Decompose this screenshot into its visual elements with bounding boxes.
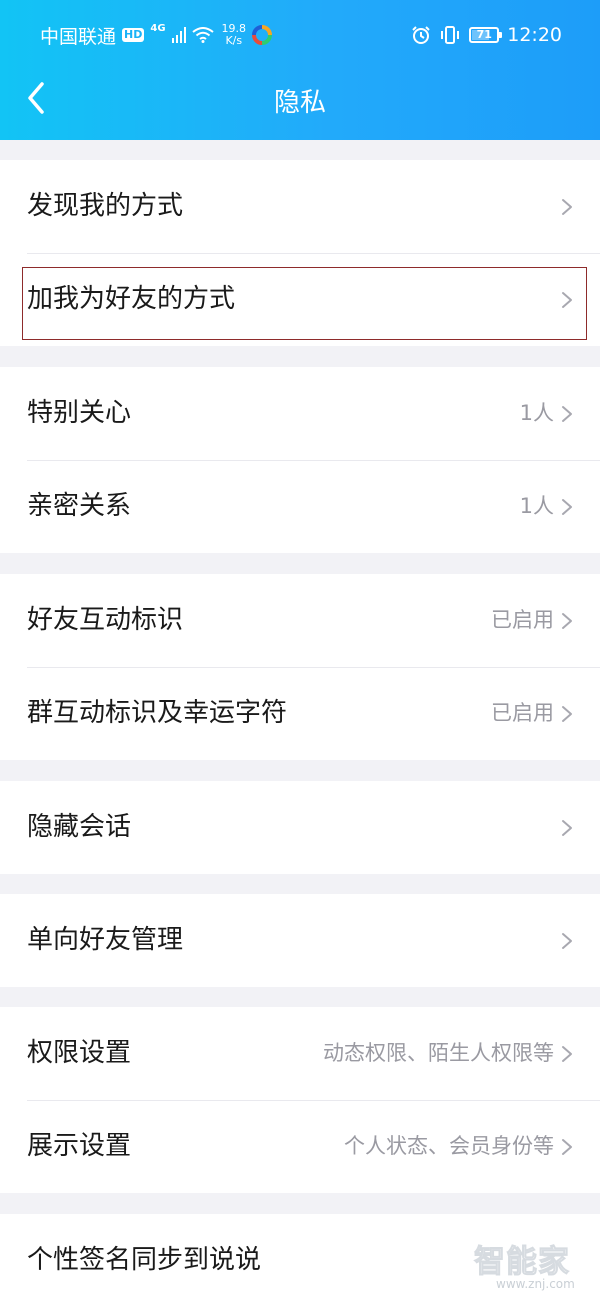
watermark-text: 智能家 xyxy=(474,1244,570,1280)
settings-group-relations: 特别关心 1人 亲密关系 1人 xyxy=(0,367,600,553)
row-label: 展示设置 xyxy=(27,1131,132,1161)
row-label: 加我为好友的方式 xyxy=(27,284,236,314)
network-type: 4G xyxy=(150,23,166,34)
settings-row-display-settings[interactable]: 展示设置 个人状态、会员身份等 xyxy=(0,1100,600,1193)
watermark-logo: 智能家 www.znj.com xyxy=(474,1244,575,1292)
carrier-name: 中国联通 xyxy=(40,25,117,48)
settings-row-one-way-friends[interactable]: 单向好友管理 xyxy=(0,894,600,987)
chevron-right-icon xyxy=(562,499,572,515)
network-speed: 19.8 K/s xyxy=(222,23,247,47)
chevron-right-icon xyxy=(562,1139,572,1155)
chevron-right-icon xyxy=(562,406,572,422)
app-notification-icon xyxy=(252,25,273,45)
row-label: 群互动标识及幸运字符 xyxy=(27,698,288,728)
battery-indicator: 71 xyxy=(469,27,503,43)
status-bar: 中国联通 HD 4G 19.8 K/s 71 12:20 xyxy=(0,0,600,68)
clock: 12:20 xyxy=(507,24,562,46)
vibrate-icon xyxy=(441,26,460,44)
row-label: 特别关心 xyxy=(27,398,132,428)
chevron-right-icon xyxy=(562,199,572,215)
row-value: 已启用 xyxy=(491,608,554,632)
chevron-right-icon xyxy=(562,933,572,949)
row-label: 个性签名同步到说说 xyxy=(27,1245,262,1275)
settings-row-group-interaction-marks[interactable]: 群互动标识及幸运字符 已启用 xyxy=(0,667,600,760)
settings-row-special-care[interactable]: 特别关心 1人 xyxy=(0,367,600,460)
chevron-right-icon xyxy=(562,613,572,629)
speed-unit: K/s xyxy=(225,34,243,47)
row-label: 好友互动标识 xyxy=(27,605,184,635)
settings-row-discover-me[interactable]: 发现我的方式 xyxy=(0,160,600,253)
row-value: 已启用 xyxy=(491,701,554,725)
chevron-right-icon xyxy=(562,1046,572,1062)
settings-group-one-way-friends: 单向好友管理 xyxy=(0,894,600,987)
signal-icon xyxy=(171,27,186,43)
chevron-right-icon xyxy=(562,292,572,308)
settings-group-hidden-chats: 隐藏会话 xyxy=(0,781,600,874)
row-value: 动态权限、陌生人权限等 xyxy=(323,1041,554,1065)
settings-row-intimate-relations[interactable]: 亲密关系 1人 xyxy=(0,460,600,553)
settings-group-permissions: 权限设置 动态权限、陌生人权限等 展示设置 个人状态、会员身份等 xyxy=(0,1007,600,1193)
settings-group-discover: 发现我的方式 加我为好友的方式 xyxy=(0,160,600,346)
row-label: 亲密关系 xyxy=(27,491,132,521)
settings-group-interaction-marks: 好友互动标识 已启用 群互动标识及幸运字符 已启用 xyxy=(0,574,600,760)
hd-badge: HD xyxy=(122,28,145,42)
chevron-right-icon xyxy=(562,706,572,722)
wifi-icon xyxy=(191,27,214,43)
app-header: 中国联通 HD 4G 19.8 K/s 71 12:20 隐私 xyxy=(0,0,600,140)
alarm-icon xyxy=(412,26,430,44)
page-title: 隐私 xyxy=(273,88,326,118)
settings-row-add-friend-method[interactable]: 加我为好友的方式 xyxy=(0,253,600,346)
row-value: 1人 xyxy=(519,494,554,518)
row-label: 隐藏会话 xyxy=(27,812,132,842)
row-label: 单向好友管理 xyxy=(27,925,184,955)
watermark-url: www.znj.com xyxy=(496,1277,575,1291)
row-value: 1人 xyxy=(519,401,554,425)
settings-row-friend-interaction-marks[interactable]: 好友互动标识 已启用 xyxy=(0,574,600,667)
chevron-right-icon xyxy=(562,820,572,836)
row-value: 个人状态、会员身份等 xyxy=(344,1134,554,1158)
row-label: 权限设置 xyxy=(27,1038,132,1068)
settings-row-hidden-chats[interactable]: 隐藏会话 xyxy=(0,781,600,874)
settings-row-permission-settings[interactable]: 权限设置 动态权限、陌生人权限等 xyxy=(0,1007,600,1100)
row-label: 发现我的方式 xyxy=(27,191,184,221)
battery-level: 71 xyxy=(476,28,492,41)
